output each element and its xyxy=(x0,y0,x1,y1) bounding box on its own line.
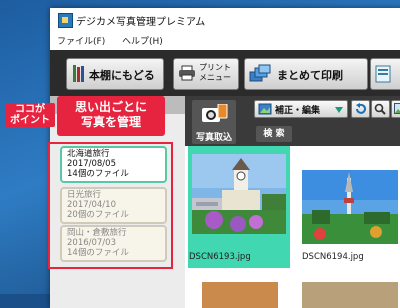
photo-edit-icon xyxy=(258,103,272,118)
print-label-line1: プリント xyxy=(199,63,231,72)
app-logo-icon xyxy=(58,13,73,28)
photo-thumbnail xyxy=(302,170,398,244)
app-window: デジカメ写真管理プレミアム ファイル(F) ヘルプ(H) 本棚にもどる プリント… xyxy=(50,8,400,308)
photo-tile[interactable] xyxy=(302,282,398,308)
main-toolbar: 本棚にもどる プリント メニュー まとめて印刷 xyxy=(50,50,400,96)
more-tool-button[interactable] xyxy=(370,58,400,90)
album-name: 北海道旅行 xyxy=(67,149,165,159)
menu-bar: ファイル(F) ヘルプ(H) xyxy=(50,32,400,48)
album-name: 岡山・倉敷旅行 xyxy=(67,228,165,238)
photo-import-button[interactable]: 写真取込 xyxy=(192,100,236,144)
album-date: 2016/07/03 xyxy=(67,238,165,248)
back-to-bookshelf-button[interactable]: 本棚にもどる xyxy=(66,58,164,90)
album-item[interactable]: 北海道旅行 2017/08/05 14個のファイル xyxy=(60,146,167,183)
camera-icon xyxy=(202,104,228,127)
batch-print-button[interactable]: まとめて印刷 xyxy=(244,58,368,90)
album-date: 2017/04/10 xyxy=(67,200,165,210)
photo-import-label: 写真取込 xyxy=(192,130,236,143)
photo-info-button[interactable] xyxy=(391,100,400,118)
photo-filename: DSCN6194.jpg xyxy=(302,252,364,262)
album-name: 日光旅行 xyxy=(67,190,165,200)
bookshelf-icon xyxy=(72,64,86,86)
album-file-count: 14個のファイル xyxy=(67,169,165,179)
title-bar: デジカメ写真管理プレミアム xyxy=(50,8,400,32)
album-item[interactable]: 日光旅行 2017/04/10 20個のファイル xyxy=(60,187,167,224)
menu-file[interactable]: ファイル(F) xyxy=(57,34,105,47)
rotate-left-icon xyxy=(355,103,366,117)
magnifier-icon xyxy=(374,103,386,118)
photo-thumbnail xyxy=(192,154,286,234)
photo-icon xyxy=(394,103,400,117)
feature-callout: 思い出ごとに 写真を管理 xyxy=(57,96,165,136)
document-icon xyxy=(375,65,391,86)
menu-help[interactable]: ヘルプ(H) xyxy=(122,34,163,47)
print-label-line2: メニュー xyxy=(199,73,231,82)
photo-tile-selected[interactable]: DSCN6193.jpg xyxy=(188,146,290,268)
edit-correct-button[interactable]: 補正・編集 xyxy=(254,100,348,118)
dropdown-arrow-icon xyxy=(335,106,343,116)
photo-tile[interactable] xyxy=(202,282,278,308)
search-button[interactable]: 検 索 xyxy=(256,126,292,142)
photo-grid: DSCN6193.jpg DSCN6194.jpg xyxy=(188,146,400,308)
print-menu-button[interactable]: プリント メニュー xyxy=(173,58,239,90)
album-item[interactable]: 岡山・倉敷旅行 2016/07/03 14個のファイル xyxy=(60,225,167,262)
rotate-left-button[interactable] xyxy=(351,100,370,118)
multi-photo-print-icon xyxy=(249,64,271,86)
album-date: 2017/08/05 xyxy=(67,159,165,169)
album-file-count: 14個のファイル xyxy=(67,248,165,258)
window-title: デジカメ写真管理プレミアム xyxy=(76,13,205,28)
album-file-count: 20個のファイル xyxy=(67,210,165,220)
zoom-button[interactable] xyxy=(371,100,390,118)
photo-filename: DSCN6193.jpg xyxy=(189,252,251,262)
photo-tile[interactable]: DSCN6194.jpg xyxy=(302,146,398,268)
printer-icon xyxy=(178,65,196,84)
point-callout: ココが ポイント xyxy=(5,103,55,127)
